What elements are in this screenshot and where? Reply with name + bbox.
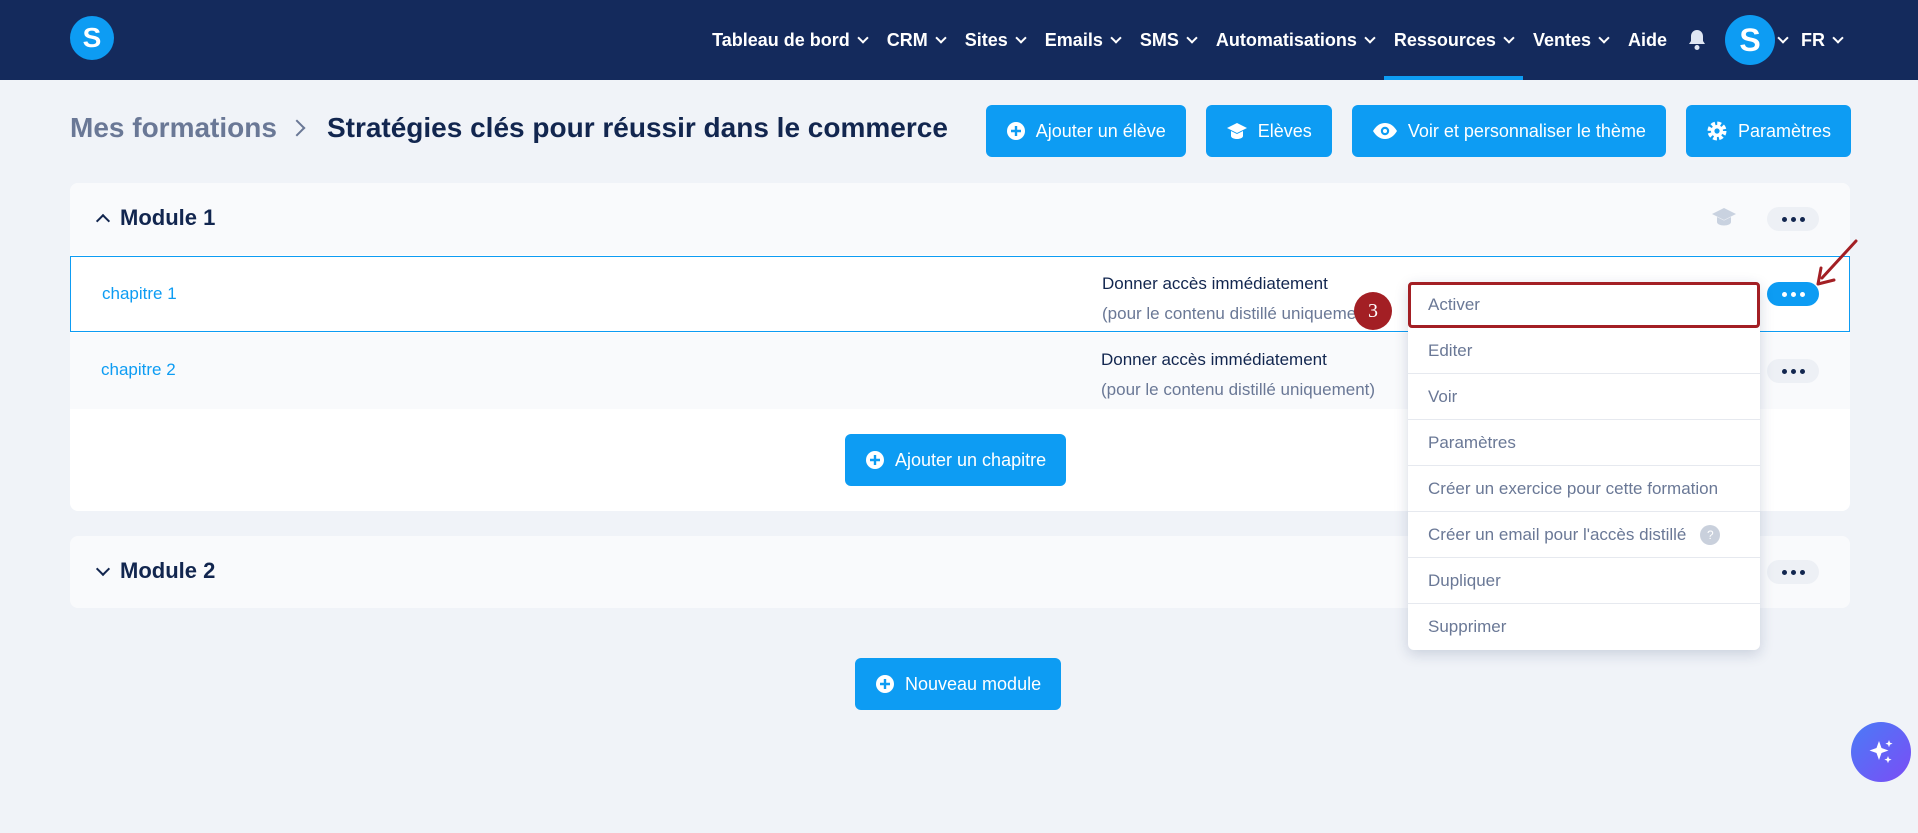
view-theme-button[interactable]: Voir et personnaliser le thème — [1351, 105, 1666, 157]
top-navbar: S Tableau de bord CRM Sites Emails SMS A… — [0, 0, 1918, 80]
graduation-cap-icon — [1226, 123, 1247, 139]
nav-label: Ressources — [1393, 29, 1496, 50]
plus-circle-icon — [1006, 122, 1025, 140]
nav-label: Aide — [1627, 29, 1667, 50]
step-number-badge: 3 — [1354, 292, 1392, 330]
chevron-down-icon — [1364, 31, 1376, 44]
breadcrumb: Mes formations Stratégies clés pour réus… — [70, 112, 948, 144]
module-toggle[interactable]: Module 2 — [95, 558, 216, 584]
menu-item-creer-email[interactable]: Créer un email pour l'accès distillé ? — [1408, 512, 1760, 558]
nav-label: Emails — [1044, 29, 1103, 50]
module-options-button[interactable] — [1767, 207, 1819, 231]
menu-item-editer[interactable]: Editer — [1408, 328, 1760, 374]
nav-item-tableau-de-bord[interactable]: Tableau de bord — [702, 0, 877, 80]
chevron-down-icon — [857, 31, 869, 44]
chevron-down-icon — [1598, 31, 1610, 44]
menu-item-dupliquer[interactable]: Dupliquer — [1408, 558, 1760, 604]
nav-item-ventes[interactable]: Ventes — [1523, 0, 1618, 80]
chevron-down-icon — [935, 31, 947, 44]
menu-item-creer-exercice[interactable]: Créer un exercice pour cette formation — [1408, 466, 1760, 512]
plus-circle-icon — [866, 451, 884, 469]
chapter-link[interactable]: chapitre 2 — [101, 360, 176, 380]
add-student-label: Ajouter un élève — [1035, 120, 1166, 141]
language-selector[interactable]: FR — [1791, 0, 1852, 80]
chapter-access-info: Donner accès immédiatement (pour le cont… — [1101, 345, 1461, 405]
chevron-right-icon — [288, 119, 306, 137]
annotation-arrow-icon — [1816, 239, 1858, 286]
settings-label: Paramètres — [1737, 120, 1831, 141]
access-label: Donner accès immédiatement — [1101, 350, 1327, 369]
bell-icon[interactable] — [1677, 0, 1717, 80]
new-module-button[interactable]: Nouveau module — [855, 658, 1062, 710]
view-theme-label: Voir et personnaliser le thème — [1407, 120, 1646, 141]
access-sublabel: (pour le contenu distillé uniquement) — [1101, 380, 1376, 399]
nav-item-sms[interactable]: SMS — [1130, 0, 1206, 80]
new-module-label: Nouveau module — [905, 673, 1042, 694]
students-label: Elèves — [1257, 120, 1312, 141]
settings-button[interactable]: Paramètres — [1685, 105, 1851, 157]
nav-item-sites[interactable]: Sites — [955, 0, 1035, 80]
chevron-down-icon — [1503, 31, 1515, 44]
gear-icon — [1707, 121, 1727, 141]
nav-label: CRM — [886, 29, 928, 50]
module-title: Module 1 — [120, 205, 216, 230]
menu-item-parametres[interactable]: Paramètres — [1408, 420, 1760, 466]
breadcrumb-parent-link[interactable]: Mes formations — [70, 112, 277, 144]
avatar[interactable]: S — [1725, 15, 1775, 65]
sparkle-icon — [1869, 740, 1893, 764]
language-label: FR — [1801, 29, 1825, 50]
brand-logo[interactable]: S — [70, 16, 114, 60]
access-sublabel: (pour le contenu distillé uniquement) — [1102, 304, 1377, 323]
help-icon[interactable]: ? — [1700, 524, 1721, 545]
chapter-access-info: Donner accès immédiatement (pour le cont… — [1102, 269, 1397, 329]
add-chapter-button[interactable]: Ajouter un chapitre — [845, 434, 1067, 486]
nav-item-aide[interactable]: Aide — [1618, 0, 1677, 80]
chapter-options-button[interactable] — [1767, 282, 1819, 306]
chevron-down-icon — [1015, 31, 1027, 44]
page-title: Stratégies clés pour réussir dans le com… — [326, 112, 948, 143]
graduation-cap-icon[interactable] — [1710, 205, 1738, 234]
header-actions: Ajouter un élève Elèves Voir et personna… — [985, 105, 1851, 157]
nav-item-crm[interactable]: CRM — [877, 0, 955, 80]
module-header — [70, 183, 1850, 255]
add-student-button[interactable]: Ajouter un élève — [985, 105, 1186, 157]
nav-item-automatisations[interactable]: Automatisations — [1206, 0, 1384, 80]
ai-assistant-button[interactable] — [1851, 722, 1911, 782]
chevron-up-icon — [95, 213, 111, 228]
module-toggle[interactable]: Module 1 — [95, 205, 216, 231]
chevron-down-icon — [1832, 31, 1844, 44]
nav-label: SMS — [1139, 29, 1179, 50]
nav-label: Sites — [964, 29, 1008, 50]
nav-label: Tableau de bord — [712, 29, 850, 50]
nav-item-ressources[interactable]: Ressources — [1383, 0, 1523, 80]
nav-label: Automatisations — [1215, 29, 1357, 50]
chevron-down-icon — [95, 561, 111, 576]
chapter-link[interactable]: chapitre 1 — [102, 284, 177, 304]
eye-icon — [1372, 123, 1397, 139]
menu-item-activer[interactable]: Activer — [1408, 282, 1760, 328]
nav-menu: Tableau de bord CRM Sites Emails SMS Aut… — [702, 0, 1852, 80]
module-title: Module 2 — [120, 558, 216, 583]
nav-label: Ventes — [1532, 29, 1591, 50]
chapter-options-button[interactable] — [1767, 359, 1819, 383]
menu-item-label: Créer un email pour l'accès distillé — [1428, 524, 1687, 544]
avatar-menu-toggle[interactable] — [1775, 0, 1791, 80]
plus-circle-icon — [876, 675, 894, 693]
menu-item-supprimer[interactable]: Supprimer — [1408, 604, 1760, 650]
chevron-down-icon — [1110, 31, 1122, 44]
nav-item-emails[interactable]: Emails — [1035, 0, 1130, 80]
access-label: Donner accès immédiatement — [1102, 274, 1328, 293]
students-button[interactable]: Elèves — [1205, 105, 1332, 157]
chapter-options-menu: Activer Editer Voir Paramètres Créer un … — [1408, 282, 1760, 650]
chevron-down-icon — [1186, 31, 1198, 44]
add-chapter-label: Ajouter un chapitre — [895, 449, 1047, 470]
chevron-down-icon — [1777, 31, 1789, 44]
menu-item-voir[interactable]: Voir — [1408, 374, 1760, 420]
module-options-button[interactable] — [1767, 560, 1819, 584]
